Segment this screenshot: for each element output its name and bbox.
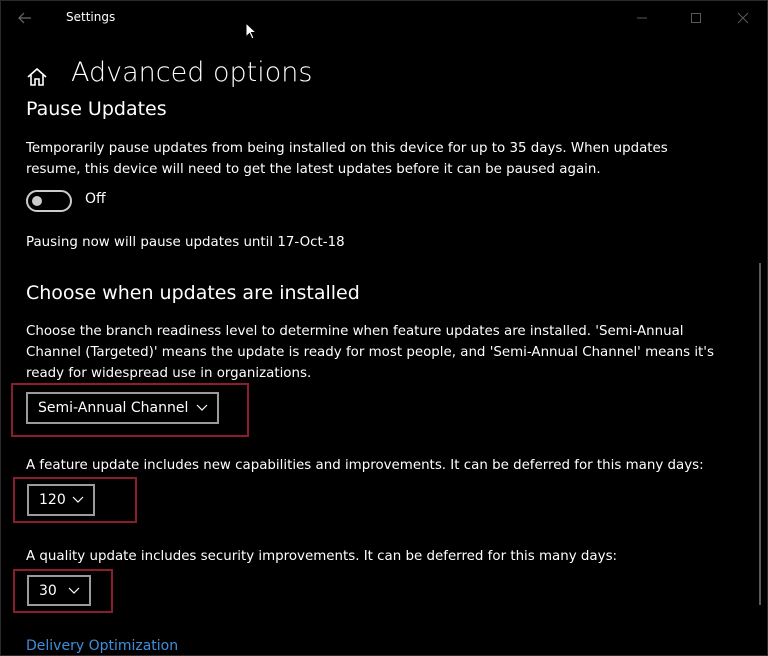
quality-dropdown-value: 30: [39, 582, 57, 599]
pause-description-line-2: resume, this device will need to get the…: [26, 162, 601, 177]
toggle-state-label: Off: [85, 191, 106, 207]
delivery-optimization-link[interactable]: Delivery Optimization: [26, 638, 178, 654]
branch-description-line-1: Choose the branch readiness level to det…: [26, 324, 684, 339]
back-button[interactable]: [11, 6, 39, 30]
branch-description-line-3: ready for widespread use in organization…: [26, 366, 312, 381]
branch-description: Choose the branch readiness level to det…: [26, 321, 751, 384]
close-button[interactable]: [728, 5, 758, 31]
quality-update-label: A quality update includes security impro…: [26, 549, 618, 564]
chevron-down-icon: [68, 587, 80, 595]
home-icon[interactable]: [25, 65, 49, 89]
pause-updates-heading: Pause Updates: [26, 98, 167, 120]
back-arrow-icon: [18, 12, 31, 24]
settings-window: Settings Advanced options Pause Updates …: [0, 0, 768, 656]
page-title: Advanced options: [71, 57, 313, 88]
window-title: Settings: [66, 10, 116, 24]
pause-description-line-1: Temporarily pause updates from being ins…: [26, 141, 668, 156]
maximize-button[interactable]: [681, 5, 711, 31]
choose-updates-heading: Choose when updates are installed: [26, 282, 360, 304]
pause-updates-toggle[interactable]: [26, 190, 72, 212]
pause-until-note: Pausing now will pause updates until 17-…: [26, 235, 345, 250]
feature-update-label: A feature update includes new capabiliti…: [26, 458, 704, 473]
minimize-button[interactable]: [627, 5, 657, 31]
feature-deferral-dropdown[interactable]: 120: [27, 484, 95, 516]
chevron-down-icon: [72, 496, 84, 504]
branch-dropdown-value: Semi-Annual Channel: [38, 400, 189, 416]
branch-readiness-dropdown[interactable]: Semi-Annual Channel: [26, 392, 219, 424]
maximize-icon: [691, 13, 701, 23]
feature-dropdown-value: 120: [39, 492, 66, 508]
quality-deferral-dropdown[interactable]: 30: [27, 575, 91, 606]
scrollbar[interactable]: [759, 263, 761, 605]
branch-description-line-2: Channel (Targeted)' means the update is …: [26, 345, 714, 360]
toggle-knob: [32, 196, 42, 206]
title-bar: Settings: [1, 1, 767, 35]
close-icon: [737, 12, 749, 24]
mouse-cursor-icon: [245, 22, 257, 40]
chevron-down-icon: [196, 404, 208, 412]
minimize-icon: [637, 17, 647, 19]
pause-updates-description: Temporarily pause updates from being ins…: [26, 138, 746, 180]
